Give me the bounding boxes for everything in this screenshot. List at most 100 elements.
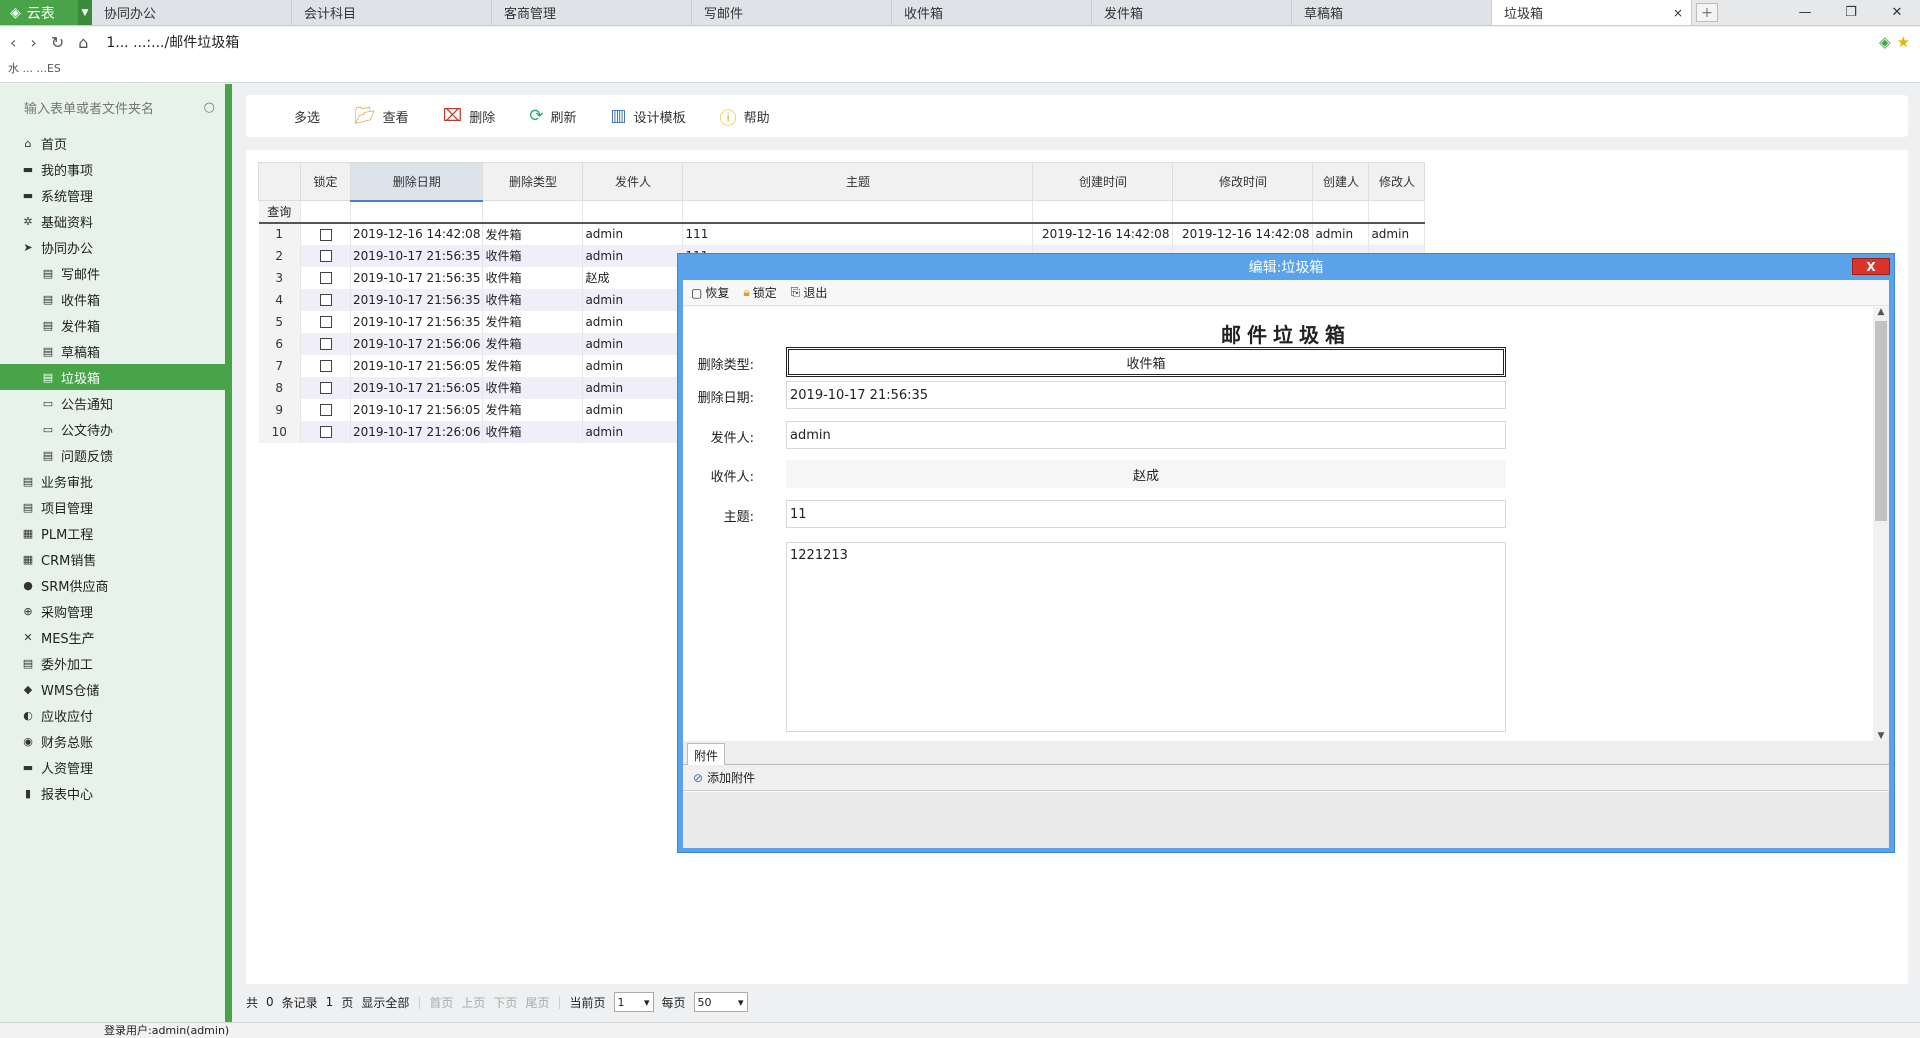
lock-checkbox[interactable] — [319, 426, 332, 438]
form-scrollbar[interactable]: ▲ ▼ — [1873, 307, 1889, 741]
delete-button[interactable]: ⌧ 删除 — [443, 106, 496, 126]
lock-checkbox-cell[interactable] — [300, 376, 351, 399]
design-template-button[interactable]: ▥ 设计模板 — [611, 106, 686, 126]
tab-attachments[interactable]: 附件 — [687, 743, 726, 766]
minimize-icon[interactable]: — — [1782, 5, 1828, 20]
sidebar-item[interactable]: ▤ 垃圾箱 — [0, 364, 225, 390]
multi-select-button[interactable]: 多选 — [294, 107, 320, 126]
lock-checkbox[interactable] — [319, 294, 332, 306]
recipient-field[interactable]: 赵成 — [786, 460, 1506, 488]
restore-button[interactable]: ▢ 恢复 — [691, 284, 729, 301]
lock-checkbox-cell[interactable] — [300, 420, 351, 443]
sidebar-item[interactable]: ➤ 协同办公 — [0, 234, 225, 260]
current-page-select[interactable]: 1 ▾ — [613, 992, 654, 1012]
close-window-icon[interactable]: ✕ — [1874, 5, 1920, 20]
lock-button[interactable]: 🔒︎ 锁定 — [743, 284, 776, 301]
column-header-created[interactable]: 创建时间 — [1032, 162, 1174, 201]
app-menu-button[interactable]: ◈ 云表 — [0, 0, 78, 25]
sidebar-item[interactable]: ▬ 我的事项 — [0, 156, 225, 182]
column-header-sender[interactable]: 发件人 — [582, 162, 684, 201]
sidebar-item[interactable]: ⊕ 采购管理 — [0, 598, 225, 624]
lock-checkbox[interactable] — [319, 228, 332, 241]
sidebar-item[interactable]: ▬ 人资管理 — [0, 754, 225, 780]
delete-date-field[interactable]: 2019-10-17 21:56:35 — [786, 381, 1506, 409]
favorite-star-icon[interactable]: ★ — [1897, 33, 1910, 51]
lock-checkbox-cell[interactable] — [300, 354, 351, 377]
home-icon[interactable]: ⌂ — [78, 33, 88, 52]
scroll-down-icon[interactable]: ▼ — [1873, 731, 1889, 741]
tab-4[interactable]: 收件箱 — [892, 0, 1092, 25]
subject-field[interactable]: 11 — [786, 500, 1506, 528]
body-textarea[interactable]: 1221213 — [786, 542, 1506, 732]
sidebar-item[interactable]: ▤ 写邮件 — [0, 260, 225, 286]
extension-icon[interactable]: ◈ — [1879, 33, 1891, 51]
column-header-delete-date[interactable]: 删除日期 — [349, 162, 484, 202]
sidebar-item[interactable]: ▤ 发件箱 — [0, 312, 225, 338]
lock-checkbox-cell[interactable] — [300, 288, 351, 311]
next-page-link[interactable]: 下页 — [493, 994, 517, 1011]
forward-icon[interactable]: › — [30, 33, 36, 52]
column-header-subject[interactable]: 主题 — [682, 162, 1034, 201]
lock-checkbox-cell[interactable] — [300, 222, 351, 245]
bookmarks-bar[interactable]: 水 ... ...ES — [0, 57, 1920, 79]
dialog-close-button[interactable]: X — [1852, 258, 1890, 275]
prev-page-link[interactable]: 上页 — [461, 994, 485, 1011]
per-page-select[interactable]: 50 ▾ — [693, 992, 748, 1012]
sender-field[interactable]: admin — [786, 421, 1506, 449]
sidebar-item[interactable]: ▮ 报表中心 — [0, 780, 225, 806]
new-tab-button[interactable]: + — [1696, 3, 1718, 22]
lock-checkbox[interactable] — [319, 360, 332, 372]
column-header-delete-type[interactable]: 删除类型 — [482, 162, 584, 201]
sidebar-item[interactable]: ◉ 财务总账 — [0, 728, 225, 754]
lock-checkbox[interactable] — [319, 250, 332, 262]
column-header-lock[interactable]: 锁定 — [300, 162, 351, 201]
exit-button[interactable]: ⎘ 退出 — [791, 284, 828, 301]
sidebar-item[interactable]: ▤ 草稿箱 — [0, 338, 225, 364]
tab-6[interactable]: 草稿箱 — [1292, 0, 1492, 25]
lock-checkbox-cell[interactable] — [300, 310, 351, 333]
lock-checkbox[interactable] — [319, 272, 332, 284]
refresh-button[interactable]: ⟳ 刷新 — [529, 106, 576, 126]
url-field[interactable]: 1... ...:.../邮件垃圾箱 — [106, 32, 239, 52]
lock-checkbox-cell[interactable] — [300, 398, 351, 421]
first-page-link[interactable]: 首页 — [429, 994, 453, 1011]
delete-type-field[interactable]: 收件箱 — [786, 347, 1506, 377]
query-row[interactable]: 查询 — [258, 200, 1426, 224]
lock-checkbox[interactable] — [319, 404, 332, 416]
reload-icon[interactable]: ↻ — [51, 33, 64, 52]
lock-checkbox[interactable] — [319, 316, 332, 328]
sidebar-item[interactable]: ▤ 项目管理 — [0, 494, 225, 520]
sidebar-item[interactable]: ● SRM供应商 — [0, 572, 225, 598]
column-header-modified[interactable]: 修改时间 — [1172, 162, 1314, 201]
sidebar-item[interactable]: ✲ 基础资料 — [0, 208, 225, 234]
column-header-creator[interactable]: 创建人 — [1312, 162, 1370, 201]
lock-checkbox[interactable] — [319, 382, 332, 394]
sidebar-item[interactable]: ▭ 公文待办 — [0, 416, 225, 442]
scroll-up-icon[interactable]: ▲ — [1873, 307, 1889, 317]
show-all-link[interactable]: 显示全部 — [361, 994, 409, 1011]
sidebar-item[interactable]: ▦ PLM工程 — [0, 520, 225, 546]
column-header-modifier[interactable]: 修改人 — [1368, 162, 1426, 201]
tab-0[interactable]: 协同办公 — [92, 0, 292, 25]
sidebar-item[interactable]: ✕ MES生产 — [0, 624, 225, 650]
dialog-title-bar[interactable]: 编辑:垃圾箱 X — [678, 254, 1894, 280]
tab-5[interactable]: 发件箱 — [1092, 0, 1292, 25]
sidebar-item[interactable]: ◆ WMS仓储 — [0, 676, 225, 702]
sidebar-item[interactable]: ◐ 应收应付 — [0, 702, 225, 728]
tab-1[interactable]: 会计科目 — [292, 0, 492, 25]
tab-active[interactable]: 垃圾箱 × — [1492, 0, 1692, 25]
lock-checkbox-cell[interactable] — [300, 266, 351, 289]
tab-2[interactable]: 客商管理 — [492, 0, 692, 25]
sidebar-search-input[interactable]: 输入表单或者文件夹名 — [24, 98, 154, 117]
sidebar-item[interactable]: ▭ 公告通知 — [0, 390, 225, 416]
tab-3[interactable]: 写邮件 — [692, 0, 892, 25]
sidebar-item[interactable]: ▤ 问题反馈 — [0, 442, 225, 468]
tab-close-icon[interactable]: × — [1673, 6, 1683, 20]
sidebar-item[interactable]: ▬ 系统管理 — [0, 182, 225, 208]
lock-checkbox-cell[interactable] — [300, 332, 351, 355]
sidebar-search[interactable]: 输入表单或者文件夹名 ○ — [0, 84, 225, 130]
lock-checkbox[interactable] — [319, 338, 332, 350]
view-button[interactable]: 📂︎ 查看 — [354, 106, 409, 126]
lock-checkbox-cell[interactable] — [300, 244, 351, 267]
app-menu-dropdown-arrow[interactable]: ▼ — [78, 0, 92, 25]
